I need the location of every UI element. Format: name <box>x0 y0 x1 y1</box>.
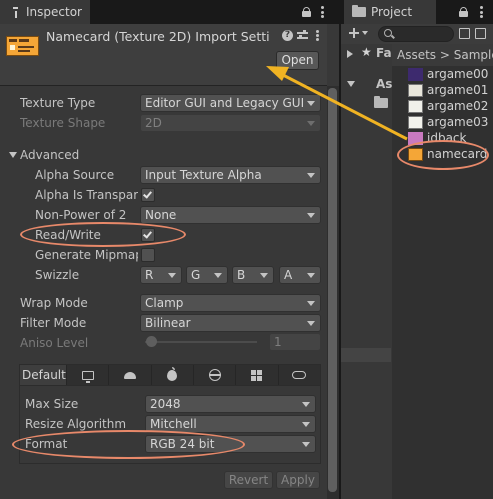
annotation-ring-format <box>12 430 245 459</box>
annotation-ring-read-write <box>20 222 186 247</box>
annotation-arrow <box>266 66 408 141</box>
annotation-ring-namecard <box>397 140 489 170</box>
